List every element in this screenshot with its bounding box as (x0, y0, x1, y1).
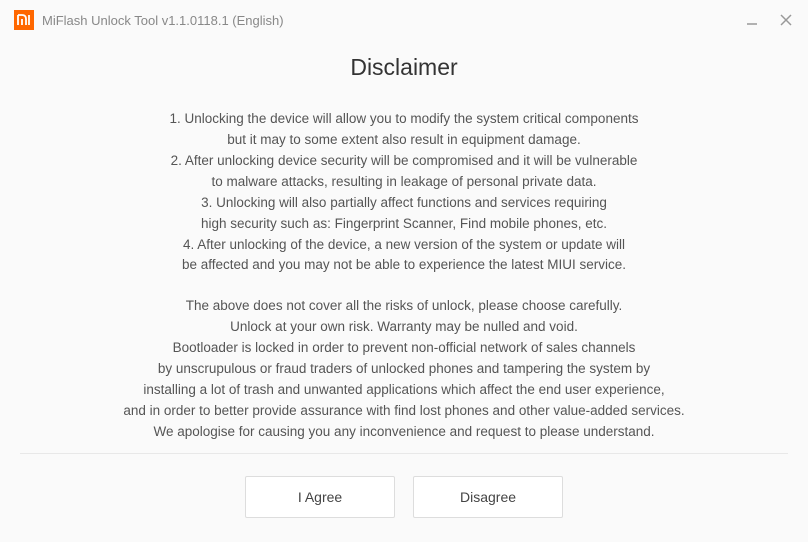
button-row: I Agree Disagree (0, 476, 808, 518)
disclaimer-line: We apologise for causing you any inconve… (40, 422, 768, 443)
disclaimer-line: be affected and you may not be able to e… (40, 255, 768, 276)
window-title: MiFlash Unlock Tool v1.1.0118.1 (English… (42, 13, 284, 28)
disclaimer-line: 1. Unlocking the device will allow you t… (40, 109, 768, 130)
content-area: Disclaimer 1. Unlocking the device will … (0, 36, 808, 443)
disclaimer-line: but it may to some extent also result in… (40, 130, 768, 151)
disclaimer-line: The above does not cover all the risks o… (40, 296, 768, 317)
divider (20, 453, 788, 454)
disclaimer-line: high security such as: Fingerprint Scann… (40, 214, 768, 235)
disclaimer-line: and in order to better provide assurance… (40, 401, 768, 422)
minimize-button[interactable] (744, 12, 760, 28)
disclaimer-line: Bootloader is locked in order to prevent… (40, 338, 768, 359)
close-button[interactable] (778, 12, 794, 28)
disclaimer-body: 1. Unlocking the device will allow you t… (40, 109, 768, 443)
mi-logo-icon (14, 10, 34, 30)
titlebar: MiFlash Unlock Tool v1.1.0118.1 (English… (0, 0, 808, 36)
disclaimer-line: 2. After unlocking device security will … (40, 151, 768, 172)
window-controls (744, 12, 794, 28)
disclaimer-line: 3. Unlocking will also partially affect … (40, 193, 768, 214)
disclaimer-line: to malware attacks, resulting in leakage… (40, 172, 768, 193)
disclaimer-line: by unscrupulous or fraud traders of unlo… (40, 359, 768, 380)
disclaimer-line: Unlock at your own risk. Warranty may be… (40, 317, 768, 338)
disclaimer-line: installing a lot of trash and unwanted a… (40, 380, 768, 401)
disclaimer-line: 4. After unlocking of the device, a new … (40, 235, 768, 256)
disagree-button[interactable]: Disagree (413, 476, 563, 518)
page-title: Disclaimer (40, 54, 768, 81)
agree-button[interactable]: I Agree (245, 476, 395, 518)
